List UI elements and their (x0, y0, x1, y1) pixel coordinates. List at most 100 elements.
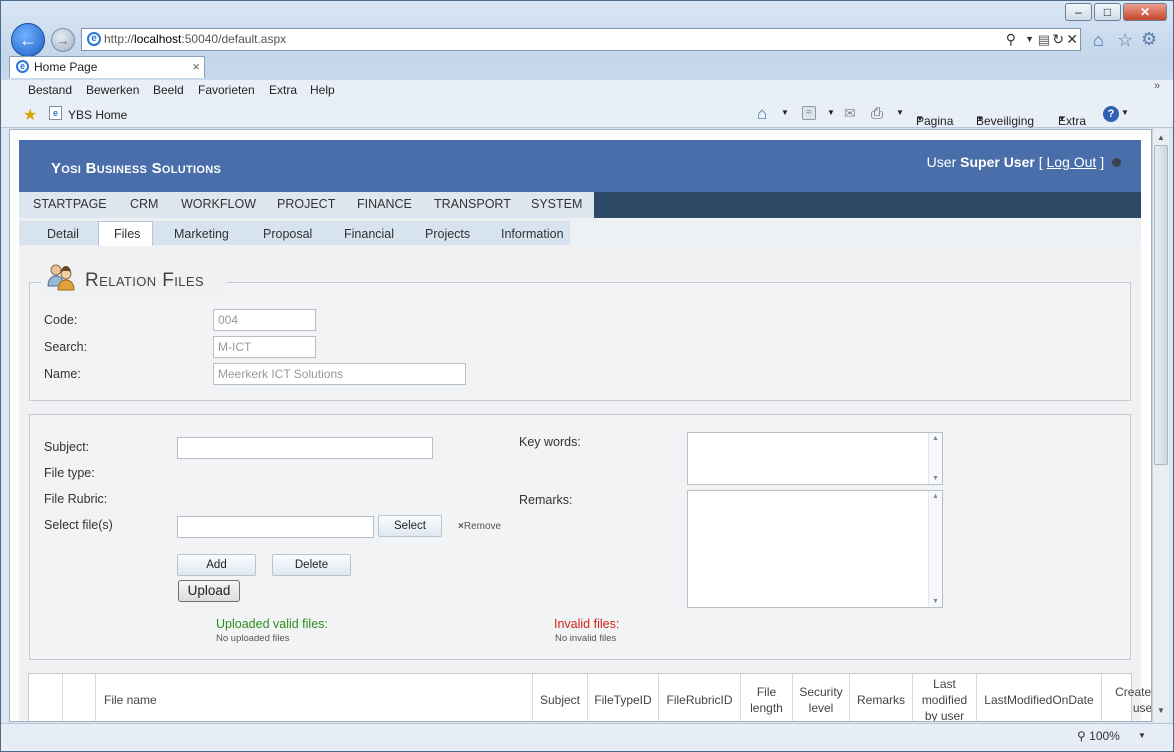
scrollbar-thumb[interactable] (1154, 145, 1168, 465)
chevron-right-icon[interactable]: » (1154, 80, 1160, 92)
help-icon[interactable]: ? (1103, 106, 1119, 122)
grid-col-createdby[interactable]: Created by user (1101, 674, 1151, 721)
file-path-input[interactable] (177, 516, 374, 538)
subject-input[interactable] (177, 437, 433, 459)
code-field[interactable]: 004 (213, 309, 316, 331)
grid-col-filename[interactable]: File name (95, 674, 532, 721)
page-scrollbar[interactable]: ▲ ▼ (1152, 129, 1169, 722)
compatibility-view-icon[interactable]: ▤ (1038, 29, 1050, 50)
home-command-icon[interactable]: ⌂ (757, 104, 767, 124)
tab-projects[interactable]: Projects (425, 227, 470, 241)
dropdown-arrow-icon: ▼ (1058, 114, 1066, 123)
maximize-button[interactable]: □ (1094, 3, 1121, 21)
menu-favorieten[interactable]: Favorieten (198, 83, 255, 97)
gear-icon[interactable]: ⚙ (1141, 29, 1157, 50)
grid-col-lastmodifiedondate[interactable]: LastModifiedOnDate (976, 674, 1101, 721)
scroll-up-icon[interactable]: ▲ (1154, 131, 1168, 145)
favorites-link-ybs-home[interactable]: YBS Home (68, 108, 127, 122)
filerubric-label: File Rubric: (44, 492, 108, 506)
nav-project[interactable]: PROJECT (277, 197, 335, 211)
rss-feed-icon[interactable]: ≈ (802, 106, 816, 120)
app-header: Yosi Business Solutions User Super User … (19, 140, 1141, 192)
grid-col-subject[interactable]: Subject (532, 674, 587, 721)
search-field[interactable]: M-ICT (213, 336, 316, 358)
user-name: Super User (960, 154, 1035, 170)
name-field[interactable]: Meerkerk ICT Solutions (213, 363, 466, 385)
menu-help[interactable]: Help (310, 83, 335, 97)
nav-system[interactable]: SYSTEM (531, 197, 582, 211)
tab-financial[interactable]: Financial (344, 227, 394, 241)
forward-button[interactable]: → (51, 28, 75, 52)
dropdown-arrow-icon[interactable]: ▼ (827, 108, 835, 117)
grid-col-lastmodifiedby[interactable]: Last modified by user (912, 674, 976, 721)
close-window-button[interactable]: ✕ (1123, 3, 1167, 21)
favorites-bar: ★ e YBS Home ⌂ ▼ ≈ ▼ ✉ ⎙ ▼ Pagina ▼ Beve… (1, 102, 1173, 128)
brand-title: Yosi Business Solutions (51, 160, 222, 177)
logout-link[interactable]: Log Out (1047, 154, 1097, 170)
zoom-control[interactable]: ⚲ 100% (1077, 729, 1120, 743)
arrow-right-icon: → (56, 32, 70, 48)
upload-button[interactable]: Upload (178, 580, 240, 602)
select-button[interactable]: Select (378, 515, 442, 537)
zoom-dropdown-icon[interactable]: ▼ (1138, 731, 1146, 740)
minimize-button[interactable]: – (1065, 3, 1092, 21)
browser-tab[interactable]: e Home Page × (9, 56, 205, 78)
print-icon[interactable]: ⎙ (871, 105, 883, 122)
address-bar[interactable]: e http://localhost:50040/default.aspx ⚲ … (81, 28, 1081, 51)
menu-extra[interactable]: Extra (269, 83, 297, 97)
grid-col-securitylevel[interactable]: Security level (792, 674, 849, 721)
remove-label: Remove (463, 521, 502, 532)
tab-information[interactable]: Information (501, 227, 564, 241)
menu-bestand[interactable]: Bestand (28, 83, 72, 97)
dropdown-arrow-icon[interactable]: ▼ (896, 108, 904, 117)
nav-workflow[interactable]: WORKFLOW (181, 197, 256, 211)
back-button[interactable]: ← (11, 23, 45, 57)
textarea-scrollbar[interactable] (928, 433, 942, 484)
tab-detail[interactable]: Detail (47, 227, 79, 241)
tab-marketing[interactable]: Marketing (174, 227, 229, 241)
nav-transport[interactable]: TRANSPORT (434, 197, 511, 211)
home-icon[interactable]: ⌂ (1093, 30, 1104, 51)
tab-files[interactable]: Files (114, 227, 140, 241)
menu-bewerken[interactable]: Bewerken (86, 83, 139, 97)
nav-startpage[interactable]: STARTPAGE (33, 197, 107, 211)
grid-col-filetypeid[interactable]: FileTypeID (587, 674, 658, 721)
scroll-down-icon[interactable]: ▼ (1154, 704, 1168, 718)
nav-finance[interactable]: FINANCE (357, 197, 412, 211)
valid-files-title: Uploaded valid files: (216, 617, 328, 631)
dropdown-arrow-icon[interactable]: ▼ (781, 108, 789, 117)
grid-col-filerubricid[interactable]: FileRubricID (658, 674, 740, 721)
refresh-icon[interactable]: ↻ (1052, 29, 1064, 50)
files-grid: File name Subject FileTypeID FileRubricI… (28, 673, 1151, 721)
valid-files-empty: No uploaded files (216, 633, 290, 644)
content-area: Relation Files Code: 004 Search: M-ICT N… (19, 246, 1141, 721)
stop-icon[interactable]: ✕ (1066, 29, 1078, 50)
subject-label: Subject: (44, 440, 90, 454)
tab-proposal[interactable]: Proposal (263, 227, 312, 241)
nav-crm[interactable]: CRM (130, 197, 158, 211)
tab-close-icon[interactable]: × (192, 57, 200, 77)
favorites-star-icon[interactable]: ☆ (1117, 30, 1133, 51)
dropdown-arrow-icon: ▼ (976, 114, 984, 123)
textarea-scrollbar[interactable] (928, 491, 942, 607)
keywords-textarea[interactable] (687, 432, 943, 485)
select-files-label: Select file(s) (44, 518, 113, 532)
delete-button[interactable]: Delete (272, 554, 351, 576)
grid-col-filelength[interactable]: File length (740, 674, 792, 721)
dropdown-arrow-icon[interactable]: ▼ (1121, 108, 1129, 117)
remove-link[interactable]: ×Remove (458, 521, 501, 532)
grid-col-select (29, 674, 62, 721)
grid-col-remarks[interactable]: Remarks (849, 674, 912, 721)
search-label: Search: (44, 340, 88, 354)
invalid-files-title: Invalid files: (554, 617, 620, 631)
remarks-textarea[interactable] (687, 490, 943, 608)
page-viewport: Yosi Business Solutions User Super User … (9, 129, 1152, 722)
user-info: User Super User [ Log Out ] (927, 154, 1121, 170)
mail-icon[interactable]: ✉ (844, 105, 856, 122)
command-security-label: Beveiliging (976, 114, 1035, 128)
search-icon[interactable]: ⚲ (1006, 29, 1016, 50)
add-favorites-star-icon[interactable]: ★ (23, 105, 37, 125)
dropdown-arrow-icon[interactable]: ▼ (1025, 29, 1034, 50)
menu-beeld[interactable]: Beeld (153, 83, 184, 97)
add-button[interactable]: Add (177, 554, 256, 576)
